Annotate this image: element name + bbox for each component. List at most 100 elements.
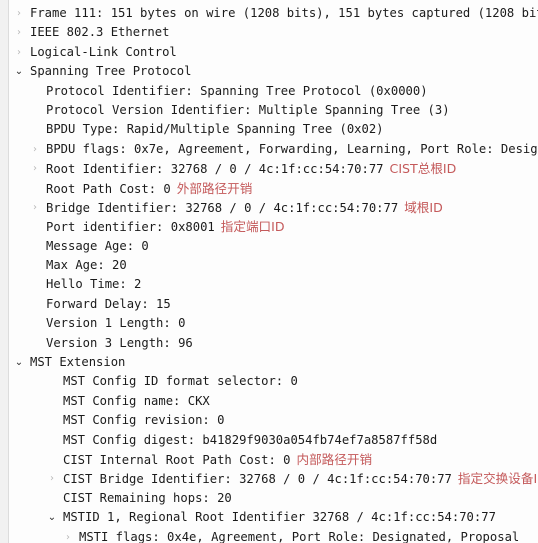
tree-row[interactable]: Root Path Cost: 0 外部路径开销 [9,179,538,198]
tree-row-text: BPDU Type: Rapid/Multiple Spanning Tree … [46,122,384,137]
annotation-note: 内部路径开销 [296,451,373,467]
tree-row-label: MSTID 1, Regional Root Identifier 32768 … [63,508,496,527]
tree-row-text: MST Config revision: 0 [63,413,225,428]
annotation-note: 域根ID [404,199,443,215]
tree-row-text: CIST Bridge Identifier: 32768 / 0 / 4c:1… [63,472,452,487]
tree-row-label: MST Config ID format selector: 0 [63,372,298,391]
tree-row[interactable]: ⌄ Spanning Tree Protocol [9,62,538,81]
tree-row-text: BPDU flags: 0x7e, Agreement, Forwarding,… [46,141,538,156]
tree-row-text: Bridge Identifier: 32768 / 0 / 4c:1f:cc:… [46,200,399,215]
tree-row-text: MST Config digest: b41829f9030a054fb74ef… [63,432,438,447]
chevron-down-icon[interactable]: ⌄ [13,353,25,372]
tree-row[interactable]: BPDU Type: Rapid/Multiple Spanning Tree … [9,120,538,139]
tree-row-label: Max Age: 20 [46,256,127,275]
tree-row-label: Port identifier: 0x8001 指定端口ID [46,217,285,236]
tree-row-text: MSTID 1, Regional Root Identifier 32768 … [63,510,496,525]
tree-row-text: CIST Remaining hops: 20 [63,490,232,505]
chevron-right-icon[interactable]: › [46,469,58,488]
tree-row-text: Protocol Version Identifier: Multiple Sp… [46,102,450,117]
tree-row-text: Port identifier: 0x8001 [46,220,215,235]
tree-row[interactable]: ⌄ MSTID 1, Regional Root Identifier 32768… [9,508,538,527]
tree-row[interactable]: MST Config digest: b41829f9030a054fb74ef… [9,431,538,450]
tree-row-label: Bridge Identifier: 32768 / 0 / 4c:1f:cc:… [46,198,443,217]
tree-row[interactable]: › CIST Bridge Identifier: 32768 / 0 / 4c:… [9,469,538,488]
tree-row-label: Version 3 Length: 96 [46,334,193,353]
tree-row[interactable]: Forward Delay: 15 [9,295,538,314]
tree-row[interactable]: MST Config name: CKX [9,392,538,411]
tree-row-label: Forward Delay: 15 [46,295,171,314]
tree-row[interactable]: › Logical-Link Control [9,43,538,62]
chevron-right-icon[interactable]: › [29,198,41,217]
tree-row[interactable]: Port identifier: 0x8001 指定端口ID [9,217,538,236]
tree-row-text: Version 1 Length: 0 [46,316,186,331]
annotation-note: 指定端口ID [220,219,285,235]
tree-row[interactable]: › Root Identifier: 32768 / 0 / 4c:1f:cc:5… [9,159,538,178]
tree-row-text: MST Config ID format selector: 0 [63,374,298,389]
annotation-note: 指定交换设备ID [457,471,538,487]
chevron-down-icon[interactable]: ⌄ [46,508,58,527]
tree-row[interactable]: Version 3 Length: 96 [9,334,538,353]
tree-row-text: MST Extension [30,355,126,370]
protocol-tree[interactable]: › Frame 111: 151 bytes on wire (1208 bits… [9,4,538,543]
tree-row-label: BPDU Type: Rapid/Multiple Spanning Tree … [46,120,384,139]
tree-row-text: Logical-Link Control [30,44,177,59]
tree-row-label: Frame 111: 151 bytes on wire (1208 bits)… [30,4,538,23]
tree-row-label: Root Identifier: 32768 / 0 / 4c:1f:cc:54… [46,159,456,178]
chevron-right-icon[interactable]: › [29,159,41,178]
tree-row[interactable]: Hello Time: 2 [9,275,538,294]
tree-row-label: CIST Internal Root Path Cost: 0 内部路径开销 [63,450,372,469]
chevron-right-icon[interactable]: › [13,43,25,62]
annotation-note: 外部路径开销 [176,180,253,196]
chevron-right-icon[interactable]: › [29,140,41,159]
tree-row[interactable]: › IEEE 802.3 Ethernet [9,23,538,42]
chevron-right-icon[interactable]: › [13,4,25,23]
tree-row-text: IEEE 802.3 Ethernet [30,25,170,40]
tree-row-text: Version 3 Length: 96 [46,335,193,350]
tree-row-text: Frame 111: 151 bytes on wire (1208 bits)… [30,6,538,20]
tree-row-label: IEEE 802.3 Ethernet [30,23,169,42]
tree-row-label: Protocol Identifier: Spanning Tree Proto… [46,82,428,101]
tree-row-label: Root Path Cost: 0 外部路径开销 [46,179,252,198]
tree-row-text: Message Age: 0 [46,238,149,253]
tree-row-label: Protocol Version Identifier: Multiple Sp… [46,101,450,120]
tree-row-label: CIST Remaining hops: 20 [63,489,232,508]
tree-row[interactable]: › Frame 111: 151 bytes on wire (1208 bits… [9,4,538,23]
tree-row-text: CIST Internal Root Path Cost: 0 [63,452,291,467]
tree-row-label: Spanning Tree Protocol [30,62,191,81]
tree-row[interactable]: MST Config ID format selector: 0 [9,372,538,391]
tree-row[interactable]: ⌄ MST Extension [9,353,538,372]
tree-row-text: Max Age: 20 [46,258,127,273]
tree-row-label: MST Config digest: b41829f9030a054fb74ef… [63,431,437,450]
tree-row-label: MST Config name: CKX [63,392,210,411]
tree-row-label: Hello Time: 2 [46,275,141,294]
tree-row-label: Version 1 Length: 0 [46,314,185,333]
tree-row[interactable]: CIST Internal Root Path Cost: 0 内部路径开销 [9,450,538,469]
tree-row[interactable]: › Bridge Identifier: 32768 / 0 / 4c:1f:cc… [9,198,538,217]
tree-row-text: Hello Time: 2 [46,277,142,292]
chevron-right-icon[interactable]: › [62,528,74,543]
tree-row-text: Forward Delay: 15 [46,296,171,311]
tree-row[interactable]: Max Age: 20 [9,256,538,275]
tree-row[interactable]: Message Age: 0 [9,237,538,256]
tree-row-text: MSTI flags: 0x4e, Agreement, Port Role: … [79,529,520,543]
annotation-note: CIST总根ID [389,161,457,177]
tree-row[interactable]: Protocol Version Identifier: Multiple Sp… [9,101,538,120]
chevron-down-icon[interactable]: ⌄ [13,62,25,81]
tree-row[interactable]: › BPDU flags: 0x7e, Agreement, Forwarding… [9,140,538,159]
tree-row-label: MSTI flags: 0x4e, Agreement, Port Role: … [79,528,519,543]
tree-row-text: MST Config name: CKX [63,393,210,408]
pane-gutter [0,0,9,543]
tree-row[interactable]: › MSTI flags: 0x4e, Agreement, Port Role:… [9,528,538,543]
tree-row[interactable]: Version 1 Length: 0 [9,314,538,333]
tree-row[interactable]: CIST Remaining hops: 20 [9,489,538,508]
tree-row-label: MST Extension [30,353,125,372]
tree-row-text: Protocol Identifier: Spanning Tree Proto… [46,83,428,98]
tree-row[interactable]: MST Config revision: 0 [9,411,538,430]
chevron-right-icon[interactable]: › [13,23,25,42]
tree-row-text: Spanning Tree Protocol [30,64,192,79]
tree-row-label: BPDU flags: 0x7e, Agreement, Forwarding,… [46,140,538,159]
tree-row[interactable]: Protocol Identifier: Spanning Tree Proto… [9,82,538,101]
tree-row-label: CIST Bridge Identifier: 32768 / 0 / 4c:1… [63,469,538,488]
tree-row-label: MST Config revision: 0 [63,411,224,430]
tree-row-text: Root Identifier: 32768 / 0 / 4c:1f:cc:54… [46,162,384,177]
